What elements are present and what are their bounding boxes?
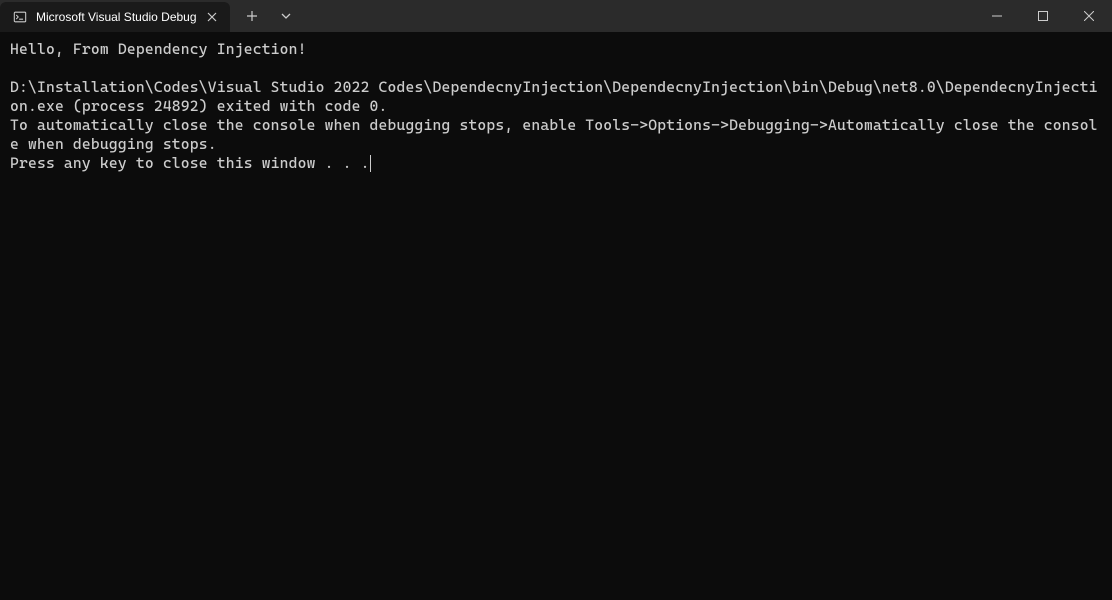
- console-icon: [12, 9, 28, 25]
- titlebar: Microsoft Visual Studio Debug: [0, 0, 1112, 32]
- terminal-output[interactable]: Hello, From Dependency Injection! D:\Ins…: [0, 32, 1112, 181]
- cursor-icon: [370, 155, 371, 172]
- close-window-button[interactable]: [1066, 0, 1112, 32]
- maximize-button[interactable]: [1020, 0, 1066, 32]
- tab-dropdown-button[interactable]: [270, 0, 302, 32]
- console-line: To automatically close the console when …: [10, 116, 1098, 153]
- tab-title: Microsoft Visual Studio Debug: [36, 10, 196, 24]
- console-line: Press any key to close this window . . .: [10, 154, 370, 172]
- console-line: Hello, From Dependency Injection!: [10, 40, 307, 58]
- console-line: D:\Installation\Codes\Visual Studio 2022…: [10, 78, 1098, 115]
- close-tab-button[interactable]: [204, 9, 220, 25]
- window-controls: [974, 0, 1112, 32]
- minimize-button[interactable]: [974, 0, 1020, 32]
- tab-area: Microsoft Visual Studio Debug: [0, 0, 974, 32]
- active-tab[interactable]: Microsoft Visual Studio Debug: [0, 2, 230, 32]
- new-tab-button[interactable]: [234, 0, 270, 32]
